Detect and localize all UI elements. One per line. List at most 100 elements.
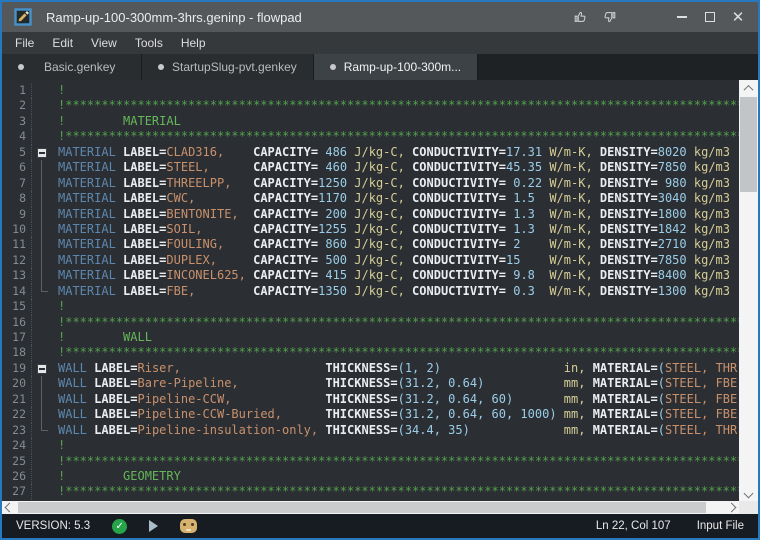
vertical-scroll-thumb[interactable] bbox=[740, 97, 757, 192]
file-type-label: Input File bbox=[697, 520, 744, 532]
code-text: ! WALL bbox=[54, 330, 152, 345]
vertical-scrollbar[interactable] bbox=[739, 80, 758, 501]
code-line-7[interactable]: 7MATERIAL LABEL=THREELPP, CAPACITY=1250 … bbox=[2, 176, 739, 191]
tab-1[interactable]: Basic.genkey bbox=[2, 54, 142, 80]
code-line-25[interactable]: 25!*************************************… bbox=[2, 454, 739, 469]
tab-2[interactable]: StartupSlug-pvt.genkey bbox=[142, 54, 314, 80]
line-number: 2 bbox=[2, 98, 32, 113]
code-line-3[interactable]: 3! MATERIAL bbox=[2, 114, 739, 129]
fold-toggle-icon[interactable] bbox=[37, 148, 47, 158]
horizontal-scroll-thumb[interactable] bbox=[18, 502, 706, 513]
scrollbar-corner bbox=[739, 501, 758, 514]
tab-3[interactable]: Ramp-up-100-300m... bbox=[314, 54, 478, 80]
fold-gutter bbox=[32, 392, 54, 407]
code-line-8[interactable]: 8MATERIAL LABEL=CWC, CAPACITY=1170 J/kg-… bbox=[2, 191, 739, 206]
code-line-18[interactable]: 18!*************************************… bbox=[2, 345, 739, 360]
code-line-21[interactable]: 21WALL LABEL=Pipeline-CCW, THICKNESS=(31… bbox=[2, 392, 739, 407]
code-text: WALL LABEL=Pipeline-CCW-Buried, THICKNES… bbox=[54, 407, 737, 422]
code-line-22[interactable]: 22WALL LABEL=Pipeline-CCW-Buried, THICKN… bbox=[2, 407, 739, 422]
code-text: ! bbox=[54, 83, 65, 98]
line-number: 13 bbox=[2, 268, 32, 283]
code-text: MATERIAL LABEL=CWC, CAPACITY=1170 J/kg-C… bbox=[54, 191, 730, 206]
code-line-12[interactable]: 12MATERIAL LABEL=DUPLEX, CAPACITY= 500 J… bbox=[2, 253, 739, 268]
thumb-down-icon[interactable] bbox=[596, 5, 624, 29]
modified-dot-icon bbox=[18, 64, 24, 70]
modified-dot-icon bbox=[330, 64, 336, 70]
thumb-up-icon[interactable] bbox=[566, 5, 594, 29]
fold-guide-line bbox=[41, 160, 42, 175]
code-line-27[interactable]: 27!*************************************… bbox=[2, 484, 739, 499]
scroll-down-button[interactable] bbox=[739, 485, 758, 501]
code-line-6[interactable]: 6MATERIAL LABEL=STEEL, CAPACITY= 460 J/k… bbox=[2, 160, 739, 175]
scroll-left-button[interactable] bbox=[2, 501, 17, 514]
fold-guide-line bbox=[41, 237, 42, 252]
menu-item-file[interactable]: File bbox=[6, 33, 43, 53]
code-line-19[interactable]: 19WALL LABEL=Riser, THICKNESS=(1, 2) in,… bbox=[2, 361, 739, 376]
minimize-button[interactable] bbox=[668, 5, 696, 29]
bot-assistant-icon[interactable] bbox=[180, 519, 197, 533]
cursor-position: Ln 22, Col 107 bbox=[596, 520, 671, 532]
code-line-11[interactable]: 11MATERIAL LABEL=FOULING, CAPACITY= 860 … bbox=[2, 237, 739, 252]
code-line-2[interactable]: 2 !**************************************… bbox=[2, 98, 739, 113]
scroll-right-button[interactable] bbox=[724, 501, 739, 514]
menu-item-tools[interactable]: Tools bbox=[126, 33, 172, 53]
code-line-17[interactable]: 17! WALL bbox=[2, 330, 739, 345]
fold-gutter bbox=[32, 98, 54, 113]
fold-gutter bbox=[32, 145, 54, 160]
fold-gutter bbox=[32, 253, 54, 268]
code-line-20[interactable]: 20WALL LABEL=Bare-Pipeline, THICKNESS=(3… bbox=[2, 376, 739, 391]
fold-toggle-icon[interactable] bbox=[37, 364, 47, 374]
code-line-1[interactable]: 1! bbox=[2, 83, 739, 98]
app-edit-pencil-icon bbox=[14, 8, 32, 26]
close-button[interactable]: ✕ bbox=[724, 5, 752, 29]
code-text: ! GEOMETRY bbox=[54, 469, 181, 484]
code-line-5[interactable]: 5MATERIAL LABEL=CLAD316, CAPACITY= 486 J… bbox=[2, 145, 739, 160]
code-text: MATERIAL LABEL=FBE, CAPACITY=1350 J/kg-C… bbox=[54, 284, 730, 299]
code-text: MATERIAL LABEL=INCONEL625, CAPACITY= 415… bbox=[54, 268, 730, 283]
line-number: 27 bbox=[2, 484, 32, 499]
scroll-up-button[interactable] bbox=[739, 80, 758, 96]
line-number: 24 bbox=[2, 438, 32, 453]
code-line-10[interactable]: 10MATERIAL LABEL=SOIL, CAPACITY=1255 J/k… bbox=[2, 222, 739, 237]
code-area[interactable]: 1!2 !************************************… bbox=[2, 80, 739, 501]
code-line-4[interactable]: 4!**************************************… bbox=[2, 129, 739, 144]
code-text: !***************************************… bbox=[54, 98, 739, 113]
fold-gutter bbox=[32, 469, 54, 484]
code-text: MATERIAL LABEL=SOIL, CAPACITY=1255 J/kg-… bbox=[54, 222, 730, 237]
fold-gutter bbox=[32, 176, 54, 191]
maximize-button[interactable] bbox=[696, 5, 724, 29]
menu-item-edit[interactable]: Edit bbox=[43, 33, 82, 53]
code-text: MATERIAL LABEL=FOULING, CAPACITY= 860 J/… bbox=[54, 237, 730, 252]
fold-guide-end bbox=[41, 284, 48, 292]
fold-guide-line bbox=[41, 392, 42, 407]
code-line-13[interactable]: 13 MATERIAL LABEL=INCONEL625, CAPACITY= 4… bbox=[2, 268, 739, 283]
line-number: 26 bbox=[2, 469, 32, 484]
window-title: Ramp-up-100-300mm-3hrs.geninp - flowpad bbox=[46, 10, 302, 25]
menu-item-view[interactable]: View bbox=[82, 33, 126, 53]
status-bar: VERSION: 5.3 ✓ Ln 22, Col 107 Input File bbox=[2, 514, 758, 538]
menu-item-help[interactable]: Help bbox=[172, 33, 215, 53]
code-text: WALL LABEL=Pipeline-insulation-only, THI… bbox=[54, 423, 737, 438]
close-icon: ✕ bbox=[732, 10, 745, 25]
code-line-24[interactable]: 24! bbox=[2, 438, 739, 453]
code-line-14[interactable]: 14MATERIAL LABEL=FBE, CAPACITY=1350 J/kg… bbox=[2, 284, 739, 299]
fold-guide-line bbox=[41, 207, 42, 222]
fold-gutter bbox=[32, 376, 54, 391]
tab-bar: Basic.genkeyStartupSlug-pvt.genkeyRamp-u… bbox=[2, 54, 758, 80]
fold-gutter bbox=[32, 407, 54, 422]
title-bar: Ramp-up-100-300mm-3hrs.geninp - flowpad … bbox=[2, 2, 758, 32]
line-number: 25 bbox=[2, 454, 32, 469]
line-number: 23 bbox=[2, 423, 32, 438]
fold-gutter bbox=[32, 207, 54, 222]
fold-gutter bbox=[32, 268, 54, 283]
code-text: MATERIAL LABEL=STEEL, CAPACITY= 460 J/kg… bbox=[54, 160, 730, 175]
code-text: ! bbox=[54, 299, 65, 314]
code-line-16[interactable]: 16!*************************************… bbox=[2, 315, 739, 330]
code-line-23[interactable]: 23 WALL LABEL=Pipeline-insulation-only, T… bbox=[2, 423, 739, 438]
code-line-26[interactable]: 26 ! GEOMETRY bbox=[2, 469, 739, 484]
fold-gutter bbox=[32, 114, 54, 129]
horizontal-scrollbar[interactable] bbox=[2, 501, 739, 514]
code-line-9[interactable]: 9MATERIAL LABEL=BENTONITE, CAPACITY= 200… bbox=[2, 207, 739, 222]
code-line-15[interactable]: 15! bbox=[2, 299, 739, 314]
run-play-icon[interactable] bbox=[149, 520, 158, 532]
